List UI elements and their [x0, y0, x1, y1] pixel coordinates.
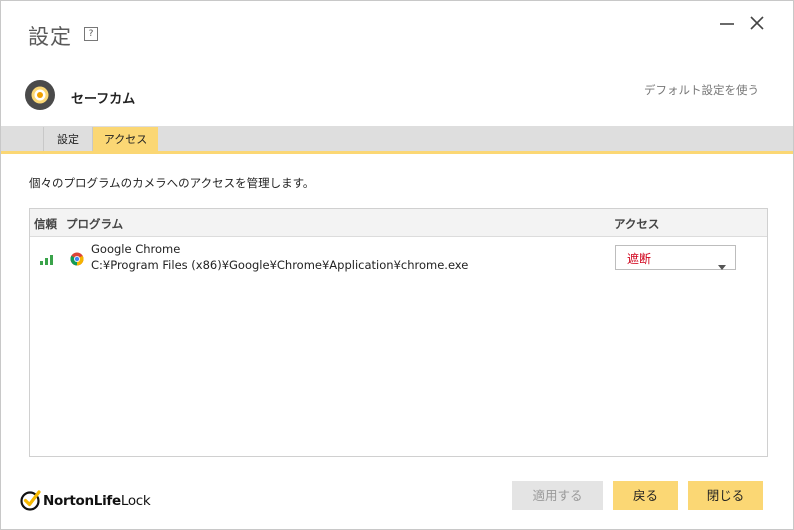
logo-text-light: Lock — [120, 493, 151, 509]
column-header-program[interactable]: プログラム — [66, 216, 123, 232]
program-path: C:¥Program Files (x86)¥Google¥Chrome¥App… — [91, 258, 469, 272]
access-description: 個々のプログラムのカメラへのアクセスを管理します。 — [29, 176, 315, 190]
window-title: 設定 — [28, 25, 72, 49]
norton-lifelock-logo: NortonLifeLock — [43, 493, 151, 509]
minimize-icon[interactable] — [715, 11, 739, 35]
logo-text-bold: NortonLife — [43, 493, 121, 509]
back-button[interactable]: 戻る — [613, 481, 678, 510]
close-button[interactable]: 閉じる — [688, 481, 763, 510]
trust-signal-icon — [40, 251, 54, 265]
column-header-trust[interactable]: 信頼 — [34, 216, 57, 232]
close-icon[interactable] — [745, 11, 769, 35]
settings-window: 設定 ? セーフカム デフォルト設定を使う 設定 アクセス 個々のプログラムのカ… — [0, 0, 794, 530]
table-row[interactable]: Google Chrome C:¥Program Files (x86)¥Goo… — [30, 237, 767, 277]
table-header: 信頼 プログラム アクセス — [30, 209, 767, 237]
column-header-access[interactable]: アクセス — [614, 216, 659, 232]
chrome-icon — [70, 251, 84, 266]
program-name: Google Chrome — [91, 242, 181, 256]
help-icon[interactable]: ? — [84, 27, 98, 41]
norton-check-icon — [20, 489, 42, 511]
chevron-down-icon — [718, 255, 726, 274]
access-dropdown-value: 遮断 — [627, 252, 652, 266]
webcam-icon — [24, 79, 56, 111]
program-access-table: 信頼 プログラム アクセス Google Chrome C:¥Program F… — [29, 208, 768, 457]
use-defaults-link[interactable]: デフォルト設定を使う — [644, 82, 759, 98]
apply-button[interactable]: 適用する — [512, 481, 603, 510]
access-dropdown[interactable]: 遮断 — [615, 245, 736, 270]
feature-name: セーフカム — [71, 92, 136, 107]
tab-access[interactable]: アクセス — [92, 127, 158, 151]
tab-bar: 設定 アクセス — [1, 126, 793, 154]
tab-settings[interactable]: 設定 — [43, 127, 92, 151]
